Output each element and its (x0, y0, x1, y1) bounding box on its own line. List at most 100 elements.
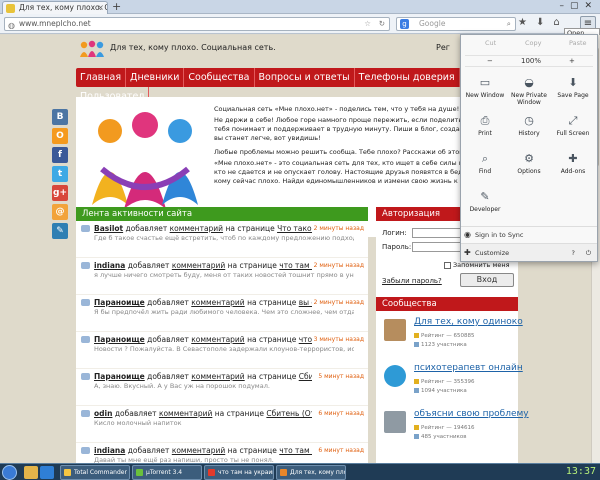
feed-comment-link[interactable]: комментарий (172, 261, 225, 270)
home-icon[interactable]: ⌂ (553, 17, 568, 28)
feed-user-link[interactable]: Параноище (94, 335, 145, 344)
community-avatar[interactable] (384, 319, 406, 341)
help-icon[interactable]: ? (572, 244, 575, 262)
menu-item-new-window[interactable]: ▭ New Window (463, 73, 507, 111)
feed-item: Параноище добавляет комментарий на стран… (76, 295, 368, 332)
cut-button[interactable]: Cut (485, 39, 496, 47)
search-bar[interactable]: g Google ⌕ (396, 17, 516, 31)
feed-comment-link[interactable]: комментарий (159, 409, 212, 418)
zoom-in-button[interactable]: + (569, 57, 575, 65)
taskbar-button[interactable]: что там на украине?... (204, 465, 274, 480)
search-icon[interactable]: ⌕ (507, 18, 511, 30)
sign-in-sync[interactable]: ◉ Sign in to Sync (461, 226, 597, 242)
taskbar-button[interactable]: µTorrent 3.4 (132, 465, 202, 480)
feed-mid: на странице (225, 224, 275, 233)
taskbar-button[interactable]: Total Commander 8... (60, 465, 130, 480)
remember-me-checkbox[interactable]: Запомнить меня (444, 261, 510, 269)
feed-page-link[interactable]: что там на украине? (299, 335, 312, 344)
reload-icon[interactable]: ↻ (379, 18, 385, 30)
menu-item-full-screen[interactable]: ⤢ Full Screen (551, 111, 595, 149)
community-avatar[interactable] (384, 365, 406, 387)
start-button[interactable] (2, 465, 17, 480)
community-item[interactable]: Для тех, кому одиноко Рейтинг — 650885 1… (376, 311, 523, 357)
feed-page-link[interactable]: что там на украине? (279, 261, 312, 270)
taskbar-label: Total Commander 8... (74, 469, 129, 476)
vk-icon[interactable]: В (52, 109, 68, 125)
feed-comment-link[interactable]: комментарий (170, 224, 223, 233)
menu-item-new-private-window[interactable]: ◒ New Private Window (507, 73, 551, 111)
community-item[interactable]: психотерапевт онлайн Рейтинг — 355396 10… (376, 357, 523, 403)
login-button[interactable]: Вход (460, 273, 514, 287)
ie-pin-icon[interactable] (40, 466, 54, 479)
twitter-icon[interactable]: t (52, 166, 68, 182)
community-name[interactable]: объясни свою проблему (414, 409, 529, 419)
menu-item-add-ons[interactable]: ✚ Add-ons (551, 149, 595, 187)
menu-item-save-page[interactable]: ⬇ Save Page (551, 73, 595, 111)
menu-item-options[interactable]: ⚙ Options (507, 149, 551, 187)
nav-home[interactable]: Главная (76, 68, 127, 87)
comment-icon (81, 225, 90, 232)
downloads-icon[interactable]: ⬇ (536, 17, 553, 28)
feed-snippet: Новости ? Пожалуйста. В Севастополе заде… (94, 345, 354, 353)
menu-item-find[interactable]: ⌕ Find (463, 149, 507, 187)
menu-item-developer[interactable]: ✎ Developer (463, 187, 507, 225)
customize-button[interactable]: Customize (475, 249, 509, 257)
browser-tab[interactable]: Для тех, кому плохо. Социал... × (2, 1, 108, 14)
google-plus-icon[interactable]: g+ (52, 185, 68, 201)
feed-comment-link[interactable]: комментарий (191, 298, 244, 307)
system-clock[interactable]: 13:37 (566, 464, 596, 480)
explorer-pin-icon[interactable] (24, 466, 38, 479)
feed-page-link[interactable]: что там на украине? (279, 446, 312, 455)
window-controls[interactable]: –▢✕ (559, 0, 598, 13)
feed-user-link[interactable]: indiana (94, 261, 125, 270)
feed-user-link[interactable]: odin (94, 409, 112, 418)
feed-verb: добавляет (147, 335, 189, 344)
new-tab-button[interactable]: + (112, 1, 121, 13)
rating-icon (414, 333, 419, 338)
zoom-level[interactable]: 100% (521, 57, 541, 65)
taskbar-label: µTorrent 3.4 (146, 469, 183, 476)
close-tab-icon[interactable]: × (97, 2, 104, 14)
forgot-password-link[interactable]: Забыли пароль? (382, 277, 442, 285)
mail-icon[interactable]: @ (52, 204, 68, 220)
copy-button[interactable]: Copy (525, 39, 542, 47)
feed-page-link[interactable]: Сбитень (Отчет для Улыбки ) (266, 409, 312, 418)
menu-item-print[interactable]: ⎙ Print (463, 111, 507, 149)
feed-user-link[interactable]: indiana (94, 446, 125, 455)
feed-line: Параноище добавляет комментарий на стран… (94, 335, 312, 345)
feed-page-link[interactable]: вы отдали бы жизнь за любимого человека? (299, 298, 312, 307)
nav-diaries[interactable]: Дневники (126, 68, 185, 87)
nav-questions[interactable]: Вопросы и ответы (255, 68, 355, 87)
feed-comment-link[interactable]: комментарий (191, 372, 244, 381)
paste-button[interactable]: Paste (569, 39, 587, 47)
feed-user-link[interactable]: Параноище (94, 298, 145, 307)
zoom-out-button[interactable]: − (487, 57, 493, 65)
search-placeholder: Google (419, 19, 446, 28)
feed-comment-link[interactable]: комментарий (172, 446, 225, 455)
odnoklassniki-icon[interactable]: О (52, 128, 68, 144)
feed-user-link[interactable]: Basilot (94, 224, 123, 233)
livejournal-icon[interactable]: ✎ (52, 223, 68, 239)
community-avatar[interactable] (384, 411, 406, 433)
feed-page-link[interactable]: Сбитень (Отчет для Улыбки ) (299, 372, 312, 381)
site-logo-icon[interactable] (78, 39, 106, 59)
power-icon[interactable]: ⏻ (586, 244, 591, 262)
community-name[interactable]: психотерапевт онлайн (414, 363, 523, 373)
bookmarks-icon[interactable]: ★ (518, 17, 536, 28)
community-item[interactable]: объясни свою проблему Рейтинг — 194616 4… (376, 403, 529, 449)
nav-communities[interactable]: Сообщества (184, 68, 255, 87)
nav-hotlines[interactable]: Телефоны доверия (355, 68, 460, 87)
register-link[interactable]: Рег (436, 43, 450, 52)
feed-page-link[interactable]: Что такое любовь? (277, 224, 312, 233)
feed-comment-link[interactable]: комментарий (191, 335, 244, 344)
feed-user-link[interactable]: Параноище (94, 372, 145, 381)
community-name[interactable]: Для тех, кому одиноко (414, 317, 523, 327)
bookmark-star-icon[interactable]: ☆ (364, 18, 371, 30)
google-engine-icon[interactable]: g (400, 19, 409, 29)
facebook-icon[interactable]: f (52, 147, 68, 163)
menu-item-history[interactable]: ◷ History (507, 111, 551, 149)
feed-line: Параноище добавляет комментарий на стран… (94, 298, 312, 308)
taskbar-button[interactable]: Для тех, кому плохо... (276, 465, 346, 480)
community-rating: Рейтинг — 355396 (414, 379, 475, 385)
url-bar[interactable]: ◍ www.mneplcho.net ☆ ↻ (4, 17, 390, 31)
